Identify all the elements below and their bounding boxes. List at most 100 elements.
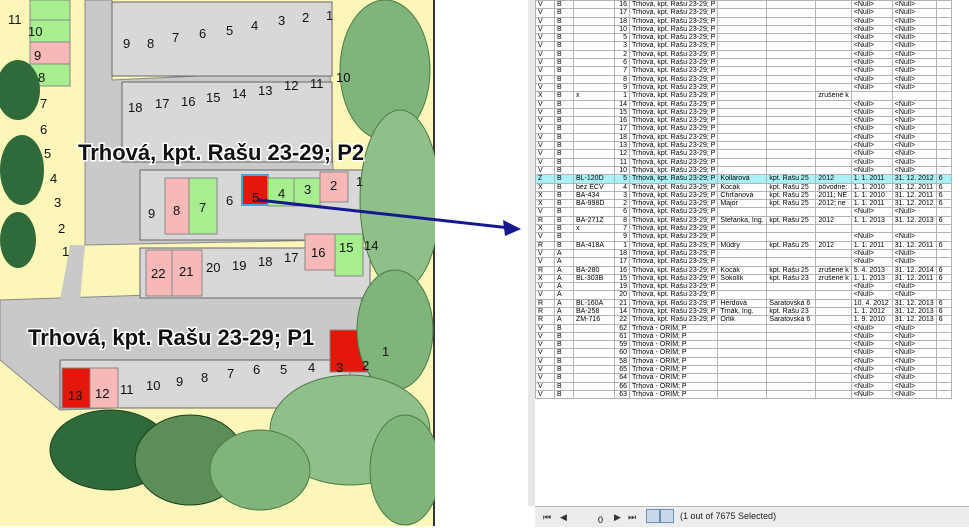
table-cell[interactable]: 6	[935, 215, 952, 226]
table-cell[interactable]	[573, 340, 615, 350]
table-cell[interactable]: <Null>	[891, 58, 937, 68]
table-cell[interactable]: 31. 12. 2011	[891, 190, 937, 201]
table-cell[interactable]: BA-998D	[573, 199, 615, 209]
table-cell[interactable]: B	[554, 8, 574, 18]
table-cell[interactable]: <Null>	[850, 141, 893, 151]
table-cell[interactable]	[935, 91, 952, 101]
table-cell[interactable]: <Null>	[850, 82, 893, 93]
table-cell[interactable]: 10	[614, 24, 630, 35]
table-cell[interactable]: Trhová, kpt. Rašu 23-29; P	[628, 132, 719, 143]
table-cell[interactable]	[766, 356, 817, 367]
table-cell[interactable]	[935, 165, 952, 176]
table-row[interactable]: V B 18 Trhová, kpt. Rašu 23-29; P <Null> <Nul…	[535, 16, 952, 26]
table-cell[interactable]: 65	[614, 365, 630, 375]
table-cell[interactable]	[573, 58, 615, 68]
table-cell[interactable]: Trhová - ORIM; P	[628, 340, 719, 350]
table-cell[interactable]	[573, 24, 615, 35]
table-cell[interactable]: B	[554, 365, 574, 375]
table-cell[interactable]	[717, 290, 768, 300]
table-cell[interactable]	[935, 223, 952, 234]
table-cell[interactable]: 15	[614, 273, 630, 284]
table-cell[interactable]: V	[535, 282, 555, 292]
table-cell[interactable]: <Null>	[891, 323, 937, 333]
table-cell[interactable]: B	[554, 232, 574, 242]
table-cell[interactable]: Trhová, kpt. Rašu 23-29; P	[628, 190, 719, 201]
table-cell[interactable]	[935, 132, 952, 143]
table-cell[interactable]: B	[554, 373, 574, 383]
table-cell[interactable]: A	[554, 298, 574, 309]
table-cell[interactable]	[573, 141, 615, 151]
table-row[interactable]: V B 12 Trhová, kpt. Rašu 23-29; P <Null> <Nul…	[535, 149, 952, 159]
table-cell[interactable]: B	[554, 174, 574, 184]
table-cell[interactable]: Trnák, Ing.	[717, 306, 768, 317]
table-cell[interactable]: <Null>	[850, 0, 893, 10]
table-cell[interactable]: 18	[614, 132, 630, 143]
table-row[interactable]: V B 64 Trhová - ORIM; P <Null> <Null>	[535, 373, 952, 383]
table-cell[interactable]: <Null>	[891, 331, 937, 342]
table-cell[interactable]: V	[535, 116, 555, 126]
table-cell[interactable]: Trhová, kpt. Rašu 23-29; P	[628, 199, 719, 209]
table-cell[interactable]: 31. 12. 2012	[891, 199, 937, 209]
table-cell[interactable]: <Null>	[891, 141, 937, 151]
table-cell[interactable]	[573, 0, 615, 10]
table-cell[interactable]: Trhová, kpt. Rašu 23-29; P	[628, 16, 719, 26]
table-cell[interactable]: Trhová, kpt. Rašu 23-29; P	[628, 240, 719, 250]
table-cell[interactable]: <Null>	[891, 8, 937, 18]
table-cell[interactable]: B	[554, 116, 574, 126]
table-cell[interactable]	[717, 365, 768, 375]
table-cell[interactable]: 59	[614, 340, 630, 350]
table-cell[interactable]: A	[554, 315, 574, 325]
table-cell[interactable]	[815, 66, 852, 76]
table-cell[interactable]	[717, 16, 768, 26]
table-row[interactable]: V B 10 Trhová, kpt. Rašu 23-29; P <Null> <Nul…	[535, 165, 952, 176]
table-cell[interactable]: 6	[614, 207, 630, 217]
table-cell[interactable]	[717, 257, 768, 267]
table-cell[interactable]: 9	[614, 232, 630, 242]
table-cell[interactable]	[850, 223, 893, 234]
table-cell[interactable]: Trhová, kpt. Rašu 23-29; P	[628, 8, 719, 18]
table-cell[interactable]	[766, 66, 817, 76]
table-row[interactable]: R A ZM-716 22 Trhová, kpt. Rašu 23-29; P Orli…	[535, 315, 952, 325]
table-cell[interactable]	[573, 49, 615, 60]
table-cell[interactable]	[717, 331, 768, 342]
table-cell[interactable]: V	[535, 99, 555, 109]
table-cell[interactable]: 5	[614, 33, 630, 43]
table-cell[interactable]: 18	[614, 248, 630, 259]
last-record-button[interactable]: ⏭	[628, 512, 636, 523]
table-cell[interactable]	[935, 381, 952, 391]
table-cell[interactable]	[815, 74, 852, 84]
table-row[interactable]: V B 16 Trhová, kpt. Rašu 23-29; P <Null> <Nul…	[535, 0, 952, 10]
table-cell[interactable]: <Null>	[850, 74, 893, 84]
table-cell[interactable]: <Null>	[850, 165, 893, 176]
table-cell[interactable]: Trhová, kpt. Rašu 23-29; P	[628, 66, 719, 76]
table-cell[interactable]: BA-434	[573, 190, 615, 201]
table-cell[interactable]: B	[554, 223, 574, 234]
table-cell[interactable]	[815, 116, 852, 126]
table-cell[interactable]	[766, 257, 817, 267]
table-cell[interactable]	[717, 323, 768, 333]
table-cell[interactable]: B	[554, 74, 574, 84]
table-cell[interactable]: Trhová, kpt. Rašu 23-29; P	[628, 157, 719, 167]
table-cell[interactable]: R	[535, 315, 555, 325]
table-cell[interactable]: <Null>	[850, 124, 893, 134]
table-cell[interactable]	[766, 323, 817, 333]
table-cell[interactable]	[573, 207, 615, 217]
table-cell[interactable]: V	[535, 82, 555, 93]
table-cell[interactable]: kpt. Rašu 25	[766, 190, 817, 201]
table-cell[interactable]	[935, 331, 952, 342]
table-cell[interactable]: Trhová, kpt. Rašu 23-29; P	[628, 215, 719, 226]
table-cell[interactable]: 1	[614, 91, 630, 101]
table-cell[interactable]	[935, 58, 952, 68]
table-cell[interactable]: V	[535, 41, 555, 51]
table-cell[interactable]	[766, 0, 817, 10]
table-cell[interactable]: A	[554, 273, 574, 284]
table-cell[interactable]	[573, 157, 615, 167]
table-cell[interactable]	[766, 99, 817, 109]
table-cell[interactable]	[935, 157, 952, 167]
table-cell[interactable]: 66	[614, 381, 630, 391]
table-cell[interactable]	[815, 323, 852, 333]
table-cell[interactable]: 4	[614, 182, 630, 192]
table-cell[interactable]: Trhová - ORIM; P	[628, 373, 719, 383]
table-row[interactable]: X Bbez EČV 4 Trhová, kpt. Rašu 23-29; P Kocá…	[535, 182, 952, 192]
table-cell[interactable]: <Null>	[850, 389, 893, 400]
